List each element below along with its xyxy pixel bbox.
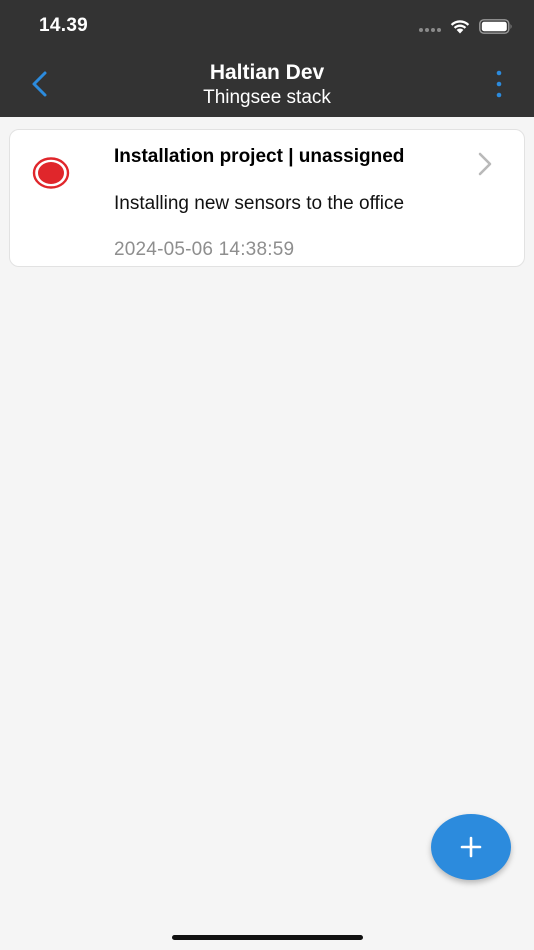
item-description: Installing new sensors to the office (114, 193, 405, 214)
add-button[interactable] (431, 814, 511, 880)
list-item[interactable]: Installation project | unassigned Instal… (9, 129, 525, 267)
wifi-icon (450, 20, 470, 34)
home-indicator[interactable] (172, 935, 363, 940)
plus-icon (460, 836, 482, 858)
item-timestamp: 2024-05-06 14:38:59 (114, 239, 295, 260)
record-status-icon (32, 157, 70, 189)
page-subtitle: Thingsee stack (203, 87, 331, 108)
chevron-right-icon (478, 152, 492, 176)
item-title: Installation project | unassigned (114, 146, 405, 167)
cellular-signal-icon (419, 28, 441, 32)
more-menu-button[interactable] (488, 70, 510, 98)
status-time: 14.39 (39, 15, 89, 36)
more-vertical-icon (496, 70, 502, 98)
top-bar: 14.39 Haltian Dev Thingsee stack (0, 0, 534, 117)
page-title: Haltian Dev (209, 61, 325, 84)
battery-icon (479, 19, 512, 34)
